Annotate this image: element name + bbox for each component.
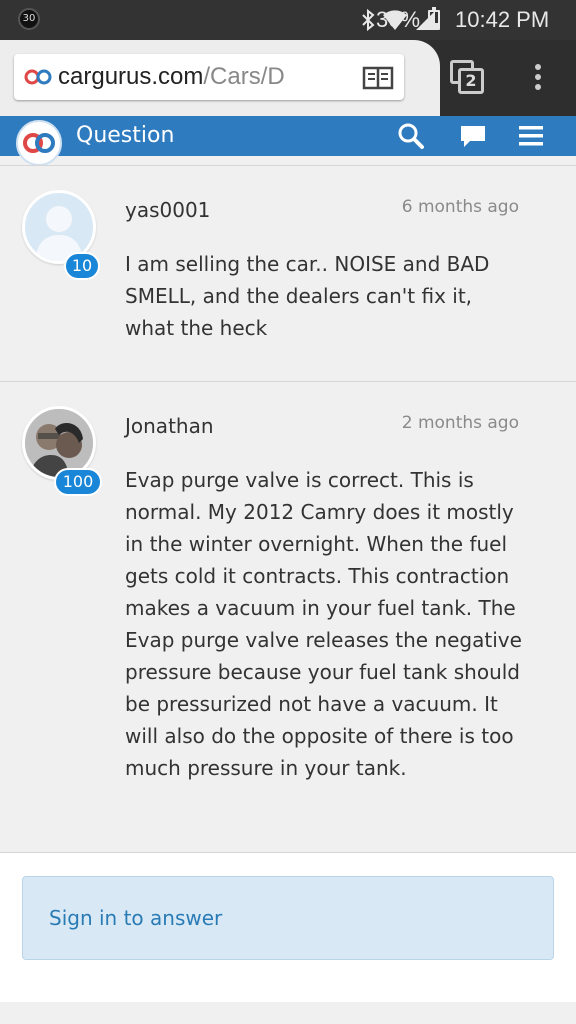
- browser-toolbar: cargurus.com/Cars/D 2: [0, 40, 576, 116]
- url-text: cargurus.com/Cars/D: [58, 62, 285, 92]
- address-bar[interactable]: cargurus.com/Cars/D: [14, 54, 404, 100]
- sign-in-to-answer-button[interactable]: Sign in to answer: [22, 876, 554, 960]
- timestamp: 6 months ago: [401, 197, 519, 217]
- page-title: Question: [76, 123, 175, 148]
- overflow-menu-icon[interactable]: [528, 64, 548, 94]
- battery-percentage: 30%: [376, 7, 421, 32]
- user-photo: [25, 409, 93, 477]
- tab-switcher-button[interactable]: 2: [450, 60, 484, 94]
- answer-item: 10 yas0001 6 months ago I am selling the…: [0, 165, 576, 382]
- reputation-badge: 100: [54, 468, 102, 496]
- url-path: /Cars/D: [203, 63, 285, 90]
- tab-count: 2: [458, 68, 484, 94]
- clock: 10:42 PM: [455, 7, 550, 32]
- chat-icon[interactable]: [458, 122, 488, 150]
- search-icon[interactable]: [396, 122, 426, 150]
- site-favicon-icon: [24, 69, 52, 85]
- app-header: Question: [0, 116, 576, 166]
- bluetooth-icon: [362, 8, 375, 32]
- notification-icon: 30: [18, 8, 40, 30]
- author-name[interactable]: Jonathan: [125, 412, 214, 440]
- answer-area: Sign in to answer: [0, 852, 576, 1003]
- cargurus-logo[interactable]: [16, 120, 62, 166]
- status-bar: 30 30% 10:42 PM: [0, 0, 576, 40]
- answer-item: 100 Jonathan 2 months ago Evap purge val…: [0, 381, 576, 852]
- answer-text: I am selling the car.. NOISE and BAD SME…: [125, 252, 490, 340]
- menu-icon[interactable]: [516, 122, 546, 150]
- answer-text: Evap purge valve is correct. This is nor…: [125, 468, 522, 780]
- reputation-badge: 10: [64, 252, 100, 280]
- cargurus-logo-icon: [23, 133, 55, 153]
- reader-mode-icon[interactable]: [358, 62, 398, 92]
- page-footer-edge: [0, 1002, 576, 1024]
- default-user-icon: [35, 206, 83, 261]
- sign-in-link[interactable]: Sign in to answer: [49, 904, 222, 932]
- url-host: cargurus.com: [58, 63, 204, 90]
- battery-icon: [428, 7, 440, 30]
- timestamp: 2 months ago: [401, 413, 519, 433]
- author-name[interactable]: yas0001: [125, 196, 210, 224]
